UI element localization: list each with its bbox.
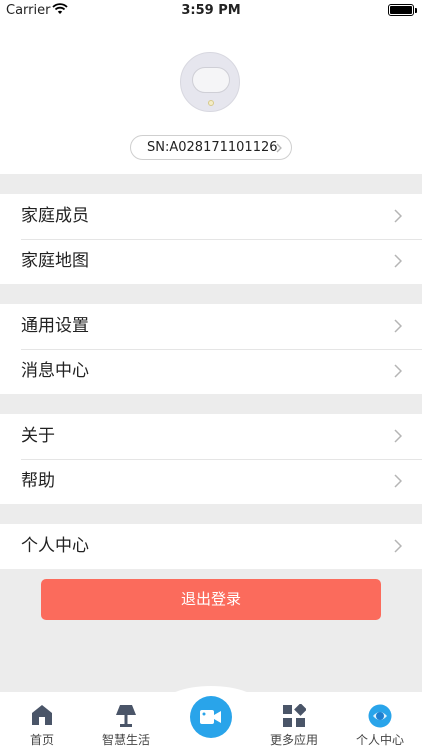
menu-item-label: 帮助 xyxy=(21,471,55,491)
device-avatar[interactable] xyxy=(180,52,240,112)
menu-group-family: 家庭成员 家庭地图 xyxy=(0,194,422,284)
menu-item-help[interactable]: 帮助 xyxy=(0,459,422,504)
menu-item-message-center[interactable]: 消息中心 xyxy=(0,349,422,394)
lamp-icon xyxy=(116,705,136,727)
chevron-right-icon xyxy=(394,209,402,223)
menu-item-family-map[interactable]: 家庭地图 xyxy=(0,239,422,284)
tab-personal-center[interactable]: 个人中心 xyxy=(338,692,422,750)
tab-label: 首页 xyxy=(29,733,54,747)
menu-item-family-members[interactable]: 家庭成员 xyxy=(0,194,422,239)
profile-header: SN:A028171101126 xyxy=(0,20,422,174)
chevron-right-icon xyxy=(394,254,402,268)
battery-icon xyxy=(388,4,417,16)
profile-icon xyxy=(368,704,392,728)
tab-home[interactable]: 首页 xyxy=(0,692,84,750)
menu-item-label: 关于 xyxy=(21,426,55,446)
chevron-right-icon xyxy=(394,429,402,443)
menu-group-settings: 通用设置 消息中心 xyxy=(0,304,422,394)
home-icon xyxy=(32,705,52,725)
apps-grid-icon xyxy=(283,704,306,727)
chevron-right-icon xyxy=(394,474,402,488)
tab-smart-life[interactable]: 智慧生活 xyxy=(84,692,168,750)
menu-item-label: 个人中心 xyxy=(21,536,89,556)
chevron-right-icon xyxy=(276,143,282,153)
device-indicator-icon xyxy=(208,100,214,106)
menu-item-about[interactable]: 关于 xyxy=(0,414,422,459)
menu-item-label: 消息中心 xyxy=(21,361,89,381)
menu-group-personal: 个人中心 xyxy=(0,524,422,569)
serial-number-label: SN:A028171101126 xyxy=(147,140,278,155)
menu-item-label: 通用设置 xyxy=(21,316,89,336)
status-bar: Carrier 3:59 PM xyxy=(0,0,422,20)
tab-video-call[interactable] xyxy=(190,696,232,738)
menu-item-personal-center[interactable]: 个人中心 xyxy=(0,524,422,569)
logout-button[interactable]: 退出登录 xyxy=(41,579,381,620)
status-time: 3:59 PM xyxy=(181,3,241,18)
device-pad-icon xyxy=(192,67,230,93)
menu-group-info: 关于 帮助 xyxy=(0,414,422,504)
chevron-right-icon xyxy=(394,319,402,333)
tab-more-apps[interactable]: 更多应用 xyxy=(252,692,336,750)
chevron-right-icon xyxy=(394,364,402,378)
menu-item-general-settings[interactable]: 通用设置 xyxy=(0,304,422,349)
video-camera-icon xyxy=(200,710,221,724)
serial-number-button[interactable]: SN:A028171101126 xyxy=(130,135,292,160)
menu-item-label: 家庭地图 xyxy=(21,251,89,271)
tab-label: 个人中心 xyxy=(355,733,404,747)
chevron-right-icon xyxy=(394,539,402,553)
tab-label: 智慧生活 xyxy=(101,733,150,747)
tab-label: 更多应用 xyxy=(269,733,318,747)
menu-item-label: 家庭成员 xyxy=(21,206,89,226)
